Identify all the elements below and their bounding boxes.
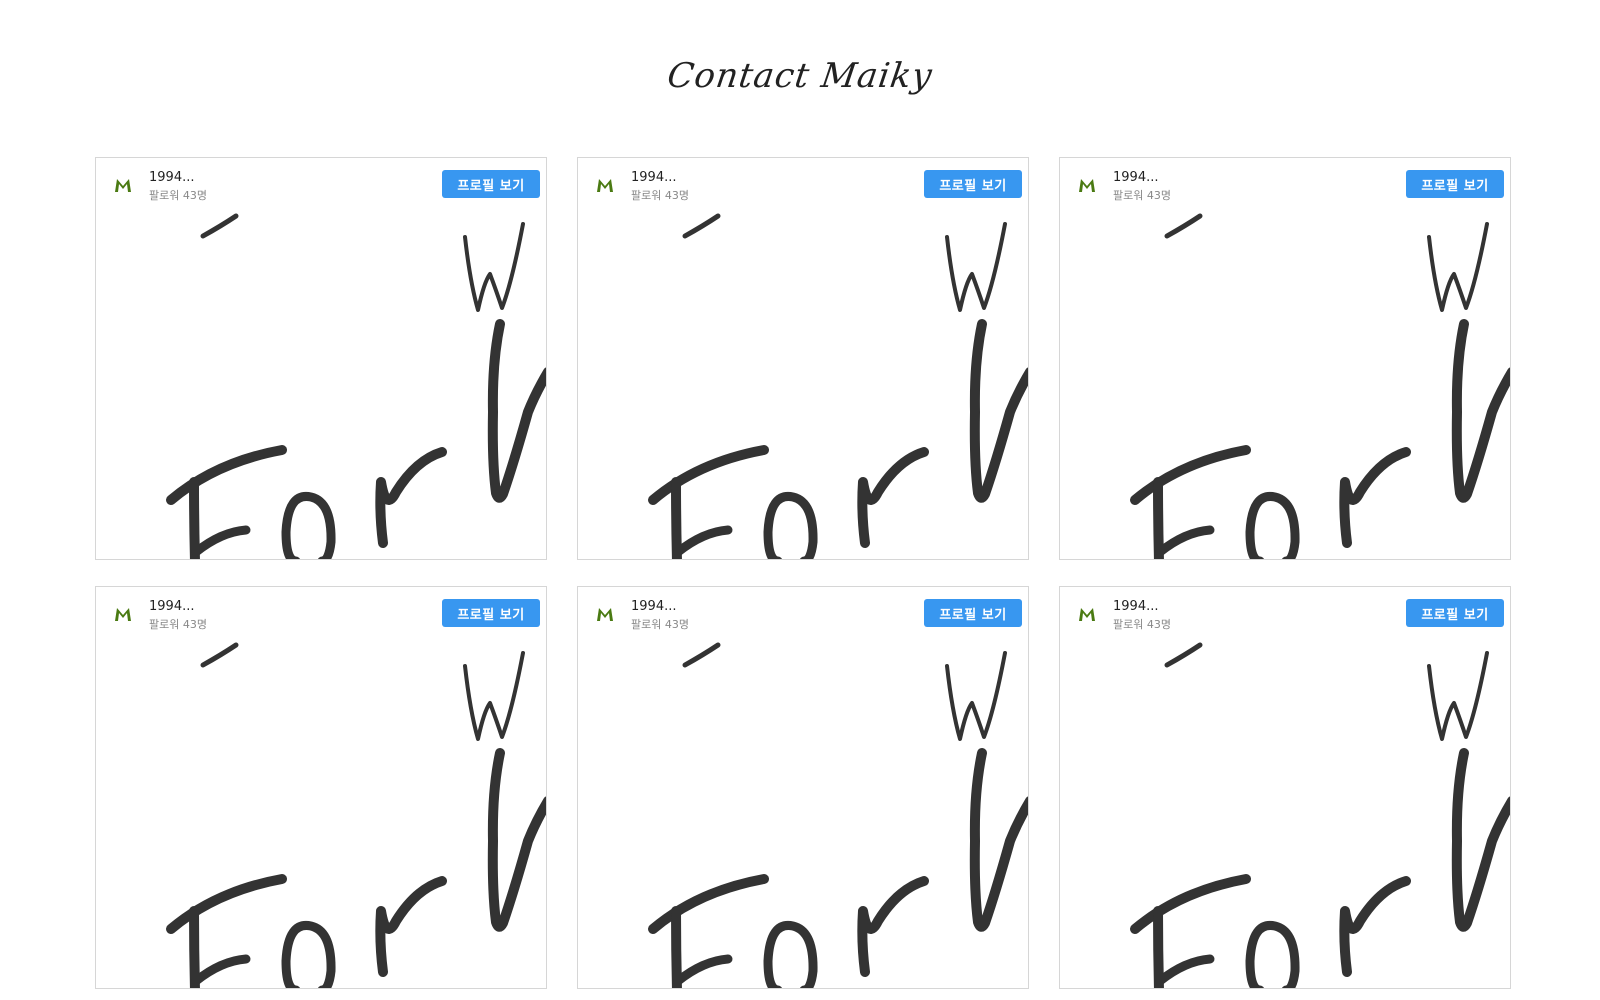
handwriting-image — [648, 213, 1028, 559]
profile-followers: 팔로워 43명 — [1113, 618, 1171, 631]
card-header: 1994... 팔로워 43명 프로필 보기 — [578, 158, 1028, 212]
profile-followers: 팔로워 43명 — [631, 189, 689, 202]
profile-card: 1994... 팔로워 43명 프로필 보기 — [95, 586, 547, 989]
avatar[interactable] — [596, 177, 614, 193]
profile-name[interactable]: 1994... — [149, 170, 194, 185]
view-profile-button[interactable]: 프로필 보기 — [1406, 599, 1504, 627]
profile-name[interactable]: 1994... — [631, 599, 676, 614]
post-image[interactable] — [96, 212, 546, 559]
handwriting-image — [166, 642, 546, 988]
card-header: 1994... 팔로워 43명 프로필 보기 — [96, 158, 546, 212]
profile-grid: 1994... 팔로워 43명 프로필 보기 1994... 팔로워 43명 프… — [95, 157, 1511, 989]
card-header: 1994... 팔로워 43명 프로필 보기 — [96, 587, 546, 641]
view-profile-button[interactable]: 프로필 보기 — [442, 599, 540, 627]
avatar[interactable] — [114, 606, 132, 622]
avatar[interactable] — [1078, 606, 1096, 622]
view-profile-button[interactable]: 프로필 보기 — [924, 599, 1022, 627]
profile-card: 1994... 팔로워 43명 프로필 보기 — [577, 586, 1029, 989]
handwriting-image — [166, 213, 546, 559]
card-header: 1994... 팔로워 43명 프로필 보기 — [1060, 587, 1510, 641]
view-profile-button[interactable]: 프로필 보기 — [924, 170, 1022, 198]
profile-followers: 팔로워 43명 — [1113, 189, 1171, 202]
profile-card: 1994... 팔로워 43명 프로필 보기 — [95, 157, 547, 560]
profile-followers: 팔로워 43명 — [631, 618, 689, 631]
page-title: Contact Maiky — [664, 56, 936, 96]
profile-followers: 팔로워 43명 — [149, 618, 207, 631]
handwriting-image — [1130, 213, 1510, 559]
profile-name[interactable]: 1994... — [631, 170, 676, 185]
profile-name[interactable]: 1994... — [1113, 599, 1158, 614]
post-image[interactable] — [1060, 212, 1510, 559]
view-profile-button[interactable]: 프로필 보기 — [442, 170, 540, 198]
handwriting-image — [1130, 642, 1510, 988]
post-image[interactable] — [96, 641, 546, 988]
profile-name[interactable]: 1994... — [149, 599, 194, 614]
profile-followers: 팔로워 43명 — [149, 189, 207, 202]
avatar[interactable] — [1078, 177, 1096, 193]
profile-name[interactable]: 1994... — [1113, 170, 1158, 185]
post-image[interactable] — [578, 641, 1028, 988]
avatar[interactable] — [596, 606, 614, 622]
post-image[interactable] — [1060, 641, 1510, 988]
card-header: 1994... 팔로워 43명 프로필 보기 — [578, 587, 1028, 641]
view-profile-button[interactable]: 프로필 보기 — [1406, 170, 1504, 198]
profile-card: 1994... 팔로워 43명 프로필 보기 — [1059, 586, 1511, 989]
profile-card: 1994... 팔로워 43명 프로필 보기 — [577, 157, 1029, 560]
profile-card: 1994... 팔로워 43명 프로필 보기 — [1059, 157, 1511, 560]
handwriting-image — [648, 642, 1028, 988]
card-header: 1994... 팔로워 43명 프로필 보기 — [1060, 158, 1510, 212]
post-image[interactable] — [578, 212, 1028, 559]
avatar[interactable] — [114, 177, 132, 193]
